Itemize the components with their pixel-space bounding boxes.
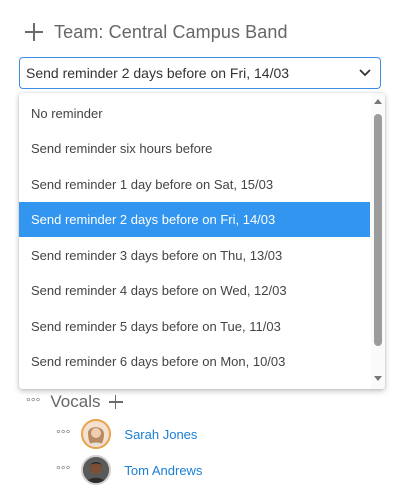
dropdown-scrollbar[interactable]: [371, 93, 385, 389]
reminder-select-value: Send reminder 2 days before on Fri, 14/0…: [26, 65, 290, 81]
drag-handle-icon[interactable]: °°°: [26, 396, 40, 408]
add-member-plus-icon[interactable]: [108, 395, 123, 409]
dropdown-option[interactable]: Send reminder 4 days before on Wed, 12/0…: [19, 273, 370, 308]
team-header: Team: Central Campus Band: [25, 18, 288, 46]
dropdown-option[interactable]: Send reminder 1 day before on Sat, 15/03: [19, 167, 370, 202]
drag-handle-icon[interactable]: °°°: [56, 428, 70, 440]
chevron-down-icon[interactable]: [358, 66, 372, 80]
team-title: Team: Central Campus Band: [54, 21, 288, 42]
dropdown-option[interactable]: Send reminder 6 days before on Mon, 10/0…: [19, 344, 370, 379]
drag-handle-icon[interactable]: °°°: [56, 464, 70, 476]
member-row: °°° Tom Andrews: [56, 453, 202, 487]
dropdown-option[interactable]: No reminder: [19, 96, 370, 131]
dropdown-option[interactable]: Send reminder 5 days before on Tue, 11/0…: [19, 309, 370, 344]
section-vocals: °°° Vocals: [26, 390, 134, 414]
member-row: °°° Sarah Jones: [56, 417, 197, 451]
section-label: Vocals: [50, 392, 101, 411]
dropdown-option[interactable]: Send reminder six hours before: [19, 131, 370, 166]
scroll-down-icon[interactable]: [374, 376, 382, 381]
avatar: [81, 419, 112, 449]
dropdown-option[interactable]: Send reminder 3 days before on Thu, 13/0…: [19, 238, 370, 273]
dropdown-option-selected[interactable]: Send reminder 2 days before on Fri, 14/0…: [19, 202, 370, 237]
reminder-select[interactable]: Send reminder 2 days before on Fri, 14/0…: [19, 57, 381, 89]
avatar: [81, 455, 112, 485]
plus-icon[interactable]: [25, 23, 43, 41]
member-name-link[interactable]: Sarah Jones: [124, 427, 197, 442]
scrollbar-thumb[interactable]: [374, 114, 382, 346]
scroll-up-icon[interactable]: [374, 99, 382, 104]
reminder-dropdown: No reminder Send reminder six hours befo…: [19, 93, 385, 389]
member-name-link[interactable]: Tom Andrews: [124, 463, 202, 478]
